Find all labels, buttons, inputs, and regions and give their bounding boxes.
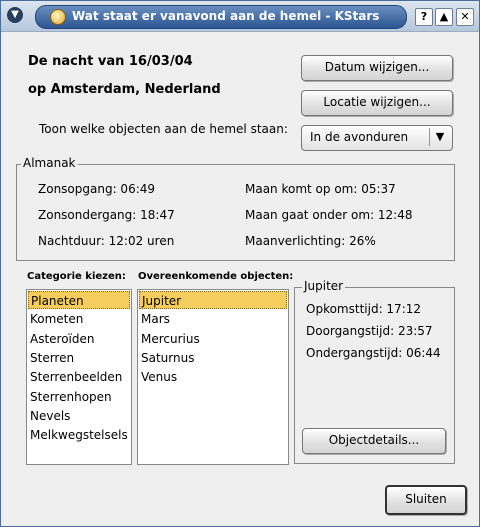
category-list-item[interactable]: Planeten: [28, 291, 130, 309]
match-list-item[interactable]: Jupiter: [139, 291, 287, 309]
selected-object-title: Jupiter: [302, 279, 346, 293]
title-pill: Wat staat er vanavond aan de hemel - KSt…: [35, 5, 407, 29]
time-of-night-select[interactable]: In de avonduren ▼: [301, 125, 453, 151]
sunrise-text: Zonsopgang: 06:49: [38, 182, 156, 196]
maximize-button[interactable]: ▲: [435, 8, 453, 26]
title-bar: ▼ Wat staat er vanavond aan de hemel - K…: [1, 1, 479, 32]
category-list-item[interactable]: Asteroïden: [28, 330, 130, 348]
matches-label: Overeenkomende objecten:: [138, 271, 294, 282]
category-list-item[interactable]: Kometen: [28, 310, 130, 328]
rise-time-text: Opkomsttijd: 17:12: [306, 302, 422, 316]
match-list-item[interactable]: Saturnus: [139, 349, 287, 367]
matching-objects-list[interactable]: Jupiter Mars Mercurius Saturnus Venus: [137, 289, 289, 465]
help-button[interactable]: ?: [415, 8, 433, 26]
object-details-button[interactable]: Objectdetails...: [302, 428, 446, 454]
category-label: Categorie kiezen:: [27, 271, 126, 282]
window-menu-icon[interactable]: ▼: [7, 7, 23, 23]
match-list-item[interactable]: Venus: [139, 368, 287, 386]
category-list-item[interactable]: Sterrenbeelden: [28, 368, 130, 386]
location-text: op Amsterdam, Nederland: [28, 82, 221, 97]
close-window-button[interactable]: ✕: [456, 8, 474, 26]
whats-tonight-dialog: ▼ Wat staat er vanavond aan de hemel - K…: [0, 0, 480, 527]
show-objects-label: Toon welke objecten aan de hemel staan:: [39, 122, 288, 136]
kstars-app-icon: [50, 9, 66, 25]
match-list-item[interactable]: Mercurius: [139, 330, 287, 348]
category-list-item[interactable]: Sterren: [28, 349, 130, 367]
moonrise-text: Maan komt op om: 05:37: [245, 182, 396, 196]
transit-time-text: Doorgangstijd: 23:57: [306, 324, 433, 338]
sunset-text: Zonsondergang: 18:47: [38, 208, 175, 222]
time-of-night-value: In de avonduren: [310, 130, 409, 144]
category-list[interactable]: Planeten Kometen Asteroïden Sterren Sterrenb…: [26, 289, 132, 465]
set-time-text: Ondergangstijd: 06:44: [306, 346, 441, 360]
moonset-text: Maan gaat onder om: 12:48: [245, 208, 413, 222]
almanac-title: Almanak: [21, 156, 78, 170]
dropdown-arrow-icon[interactable]: ▼: [429, 128, 450, 146]
moon-illumination-text: Maanverlichting: 26%: [245, 234, 376, 248]
match-list-item[interactable]: Mars: [139, 310, 287, 328]
close-button[interactable]: Sluiten: [385, 485, 467, 515]
category-list-item[interactable]: Melkwegstelsels: [28, 426, 130, 444]
night-date-text: De nacht van 16/03/04: [28, 54, 193, 69]
night-length-text: Nachtduur: 12:02 uren: [38, 234, 175, 248]
category-list-item[interactable]: Sterrenhopen: [28, 388, 130, 406]
category-list-item[interactable]: Nevels: [28, 407, 130, 425]
change-location-button[interactable]: Locatie wijzigen...: [301, 90, 453, 116]
change-date-button[interactable]: Datum wijzigen...: [301, 55, 453, 81]
window-title: Wat staat er vanavond aan de hemel - KSt…: [72, 9, 380, 23]
